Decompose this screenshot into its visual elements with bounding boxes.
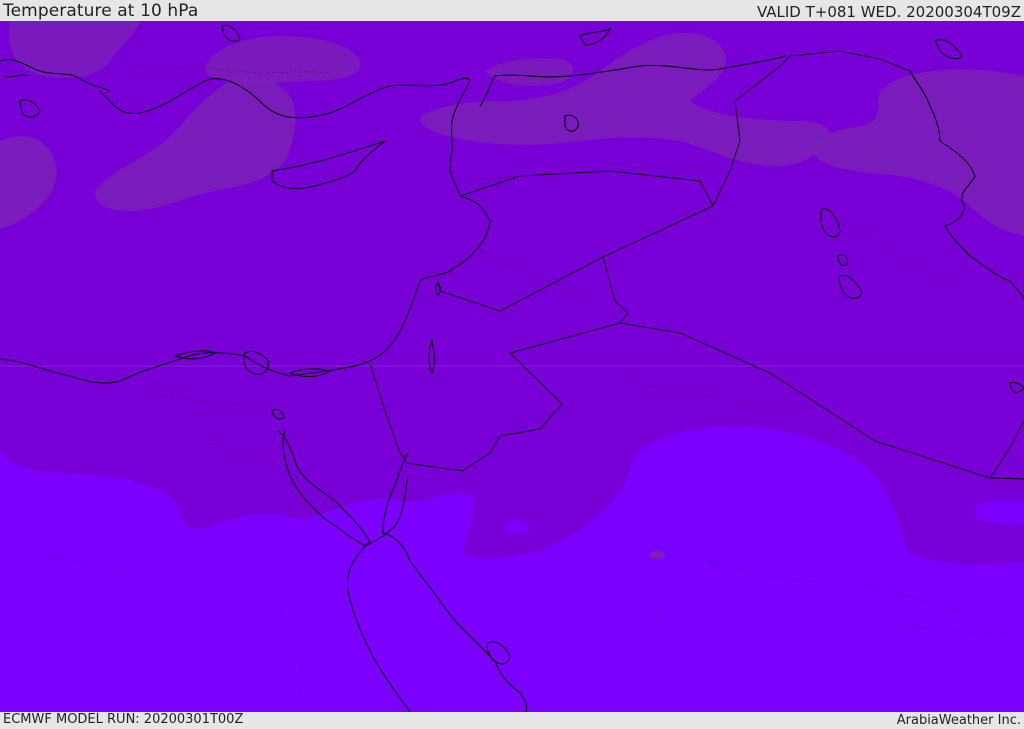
map-header: Temperature at 10 hPa VALID T+081 WED. 2… — [0, 0, 1024, 21]
map-title: Temperature at 10 hPa — [3, 1, 199, 21]
temperature-field-cold-spot — [505, 520, 529, 534]
credit-label: ArabiaWeather Inc. — [896, 713, 1021, 728]
valid-time-label: VALID T+081 WED. 20200304T09Z — [756, 3, 1021, 21]
temperature-field-warm-spot — [649, 551, 665, 559]
model-run-label: ECMWF MODEL RUN: 20200301T00Z — [3, 712, 244, 727]
temperature-map — [0, 21, 1024, 712]
map-footer: ECMWF MODEL RUN: 20200301T00Z ArabiaWeat… — [0, 712, 1024, 729]
